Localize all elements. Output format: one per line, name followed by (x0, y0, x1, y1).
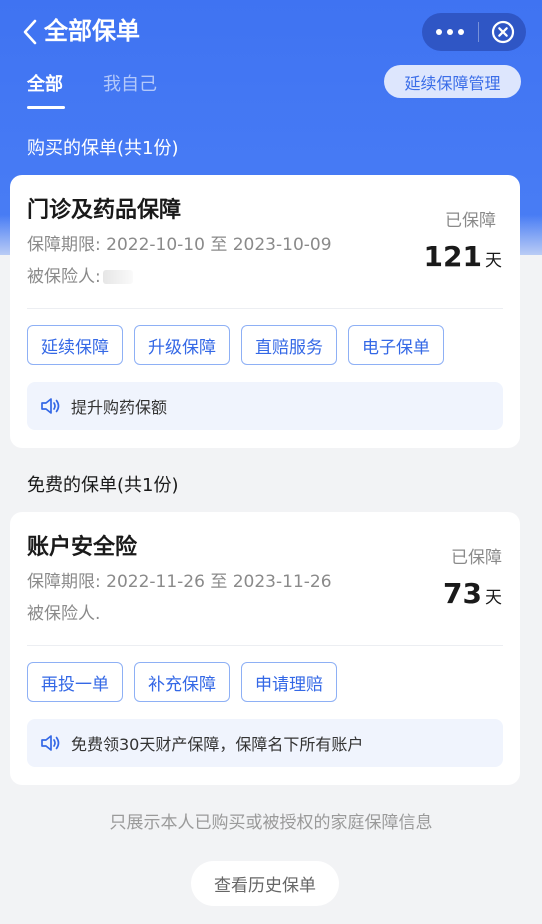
card-divider (27, 308, 503, 309)
tab-active-indicator (27, 106, 65, 109)
policy-actions: 延续保障 升级保障 直赔服务 电子保单 (27, 325, 444, 365)
e-policy-button[interactable]: 电子保单 (348, 325, 444, 365)
policy-status: 已保障 (445, 211, 496, 231)
policy-insured-label: 被保险人: (27, 267, 101, 287)
policy-name: 账户安全险 (27, 535, 138, 560)
policy-days: 73 天 (443, 576, 502, 616)
policy-insured: 被保险人: (27, 265, 133, 289)
policy-card-free[interactable]: 账户安全险 保障期限: 2022-11-26 至 2023-11-26 被保险人… (10, 512, 520, 785)
tab-all[interactable]: 全部 (27, 72, 63, 98)
policy-notice-text: 免费领30天财产保障，保障名下所有账户 (71, 735, 364, 754)
upgrade-button[interactable]: 升级保障 (134, 325, 230, 365)
mini-program-capsule (422, 13, 526, 51)
footer-note: 只展示本人已购买或被授权的家庭保障信息 (109, 813, 433, 833)
renew-button[interactable]: 延续保障 (27, 325, 123, 365)
speaker-icon (40, 734, 62, 752)
policy-status: 已保障 (451, 548, 502, 568)
more-dots-icon (436, 29, 464, 35)
policy-name: 门诊及药品保障 (27, 198, 182, 223)
claim-button[interactable]: 申请理赔 (241, 662, 337, 702)
close-button[interactable] (479, 13, 526, 51)
back-button[interactable] (18, 18, 42, 46)
policy-days-unit: 天 (485, 251, 502, 271)
page-title: 全部保单 (44, 17, 140, 45)
policy-card-purchased[interactable]: 门诊及药品保障 保障期限: 2022-10-10 至 2023-10-09 被保… (10, 175, 520, 448)
redacted-name (102, 270, 133, 284)
policy-notice[interactable]: 提升购药保额 (27, 382, 503, 430)
section-title-purchased: 购买的保单(共1份) (27, 138, 179, 159)
policy-actions: 再投一单 补充保障 申请理赔 (27, 662, 337, 702)
direct-pay-service-button[interactable]: 直赔服务 (241, 325, 337, 365)
more-button[interactable] (422, 13, 478, 51)
policy-notice[interactable]: 免费领30天财产保障，保障名下所有账户 (27, 719, 503, 767)
renewal-management-button[interactable]: 延续保障管理 (384, 65, 521, 98)
supplement-button[interactable]: 补充保障 (134, 662, 230, 702)
policy-days: 121 天 (424, 239, 502, 279)
history-policies-button[interactable]: 查看历史保单 (191, 861, 339, 906)
buy-again-button[interactable]: 再投一单 (27, 662, 123, 702)
tab-myself[interactable]: 我自己 (103, 72, 157, 98)
policy-period: 保障期限: 2022-11-26 至 2023-11-26 (27, 572, 332, 592)
speaker-icon (40, 397, 62, 415)
policy-days-number: 121 (423, 240, 482, 273)
close-circle-icon (491, 20, 514, 44)
policy-period: 保障期限: 2022-10-10 至 2023-10-09 (27, 235, 332, 255)
card-divider (27, 645, 503, 646)
section-title-free: 免费的保单(共1份) (27, 475, 179, 496)
policy-insured: 被保险人. (27, 604, 101, 624)
navbar: 全部保单 (0, 0, 542, 62)
policy-notice-text: 提升购药保额 (71, 398, 168, 417)
chevron-left-icon (23, 19, 37, 45)
policy-days-number: 73 (443, 577, 482, 610)
policy-days-unit: 天 (485, 588, 502, 608)
